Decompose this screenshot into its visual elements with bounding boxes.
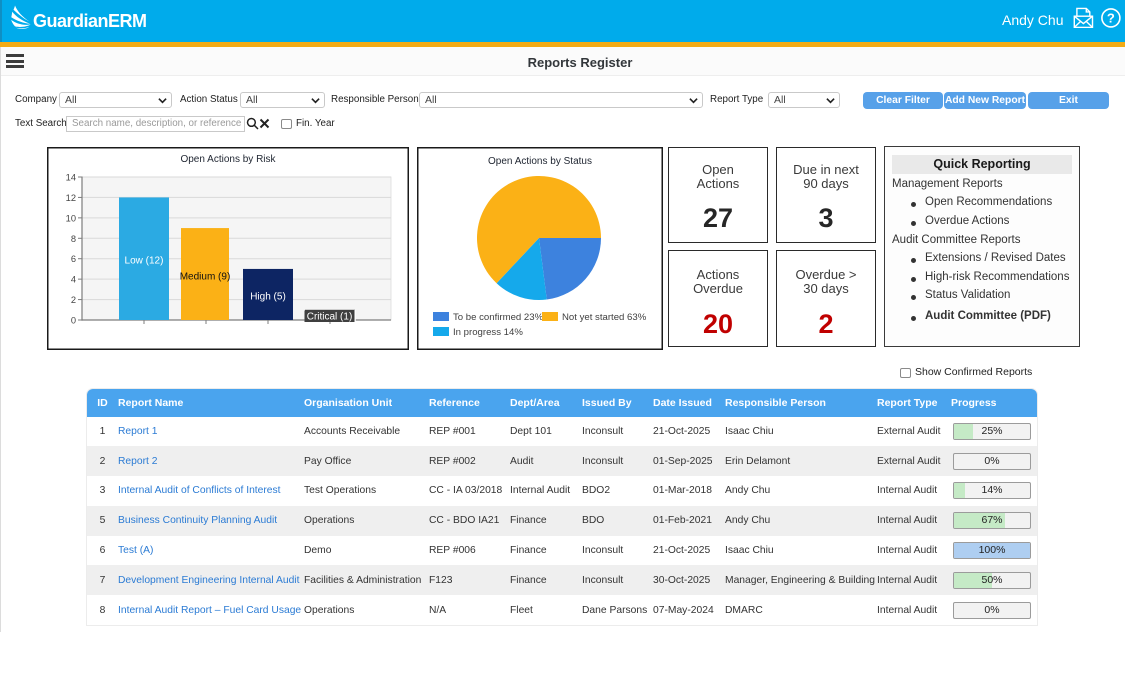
svg-text:?: ? xyxy=(1107,10,1115,25)
svg-text:High (5): High (5) xyxy=(250,292,286,303)
svg-text:Open Actions by Risk: Open Actions by Risk xyxy=(180,154,276,165)
svg-text:To be confirmed 23%: To be confirmed 23% xyxy=(453,312,544,323)
svg-text:Medium (9): Medium (9) xyxy=(180,272,231,283)
svg-text:Open Actions by Status: Open Actions by Status xyxy=(488,156,592,167)
svg-text:Low (12): Low (12) xyxy=(125,256,164,267)
svg-text:In progress 14%: In progress 14% xyxy=(453,327,523,338)
svg-text:10: 10 xyxy=(66,213,76,223)
svg-text:Not yet started 63%: Not yet started 63% xyxy=(562,312,647,323)
svg-text:2: 2 xyxy=(71,295,76,305)
svg-text:Critical (1): Critical (1) xyxy=(307,312,353,323)
svg-text:12: 12 xyxy=(66,193,76,203)
svg-text:6: 6 xyxy=(71,254,76,264)
svg-text:0: 0 xyxy=(71,316,76,326)
svg-text:14: 14 xyxy=(66,173,76,183)
svg-text:4: 4 xyxy=(71,275,76,285)
svg-text:8: 8 xyxy=(71,234,76,244)
